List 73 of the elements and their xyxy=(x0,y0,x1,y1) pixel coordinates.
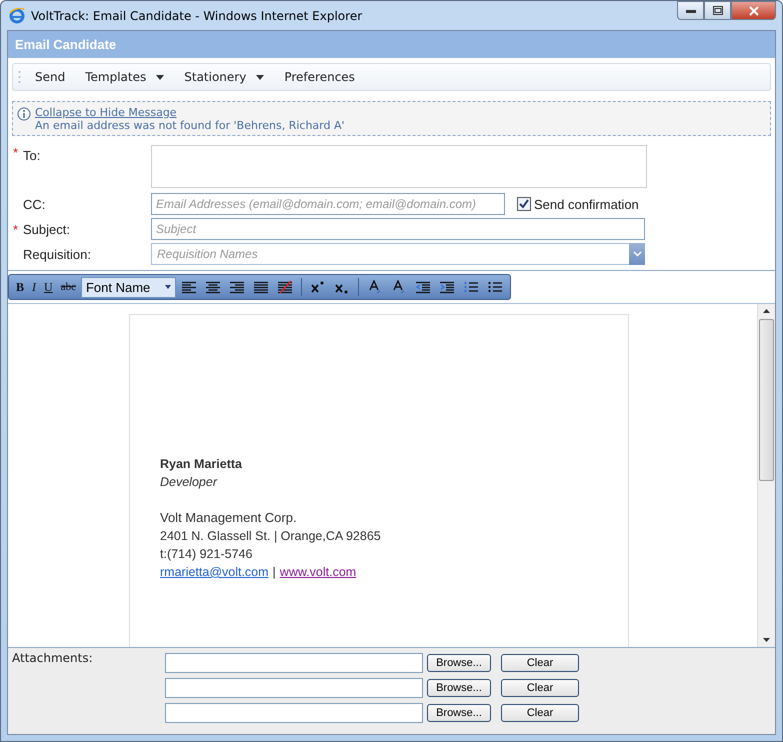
signature-title: Developer xyxy=(160,474,218,491)
collapse-link[interactable]: Collapse to Hide Message xyxy=(35,106,177,119)
align-left-icon xyxy=(180,280,197,294)
browser-logo-icon xyxy=(9,8,25,24)
browse-button[interactable]: Browse... xyxy=(427,654,491,672)
toolbar-menu-item[interactable]: Templates xyxy=(85,70,164,84)
email-link[interactable]: rmarietta@volt.com xyxy=(160,563,269,581)
bullet-list-icon xyxy=(486,280,503,294)
minimize-icon xyxy=(686,8,696,12)
file-path-field[interactable] xyxy=(165,703,423,723)
numbered-list-icon xyxy=(462,280,479,294)
close-button[interactable] xyxy=(731,1,776,20)
align-center-icon xyxy=(204,280,221,294)
minimize-button[interactable] xyxy=(677,1,704,20)
website-link[interactable]: www.volt.com xyxy=(280,563,356,581)
dialog-title: Email Candidate xyxy=(15,37,116,52)
vertical-scrollbar[interactable] xyxy=(757,304,775,647)
field-label: Requisition: xyxy=(23,246,92,262)
attachments-label: Attachments: xyxy=(12,651,94,667)
input-field[interactable]: Subject xyxy=(151,218,645,240)
superscript-icon xyxy=(310,280,326,294)
caret-icon xyxy=(256,74,264,80)
checkbox-label: Send confirmation xyxy=(534,196,639,212)
caret-icon xyxy=(156,74,164,80)
browse-button[interactable]: Browse... xyxy=(427,679,491,697)
field-label: To: xyxy=(23,147,42,163)
justify-icon xyxy=(252,280,269,294)
format-button[interactable]: abc xyxy=(58,277,79,297)
browse-button[interactable]: Browse... xyxy=(427,704,491,722)
align-right-icon xyxy=(228,280,245,294)
indent-icon xyxy=(438,280,455,294)
field-label: Subject: xyxy=(23,222,71,236)
required-mark: * xyxy=(12,145,20,160)
signature-name: Ryan Marietta xyxy=(160,456,243,473)
grip-icon xyxy=(18,70,21,84)
dropdown-button[interactable] xyxy=(629,243,645,265)
company-name: Volt Management Corp. xyxy=(160,509,298,527)
address-text: 2401 N. Glassell St. | Orange,CA 92865 xyxy=(160,528,382,545)
caret-icon xyxy=(164,285,171,289)
clear-button[interactable]: Clear xyxy=(501,704,579,722)
checkbox[interactable] xyxy=(517,197,531,211)
maximize-icon xyxy=(712,6,722,15)
clear-button[interactable]: Clear xyxy=(501,654,579,672)
outdent-icon xyxy=(414,280,431,294)
to-field[interactable] xyxy=(151,145,647,188)
format-button[interactable]: I xyxy=(29,277,40,297)
message-text: An email address was not found for 'Behrens, Richard A' xyxy=(35,119,345,132)
scroll-up-icon[interactable] xyxy=(763,309,770,313)
format-button[interactable]: U xyxy=(41,277,56,297)
required-mark: * xyxy=(12,222,20,236)
separator-text: | xyxy=(272,564,276,581)
clear-format-icon xyxy=(276,280,293,294)
format-button[interactable]: B xyxy=(13,277,28,297)
window-title: VoltTrack: Email Candidate - Windows Internet Explorer xyxy=(31,8,364,22)
clear-button[interactable]: Clear xyxy=(501,679,579,697)
spell-check-icon xyxy=(366,280,383,294)
file-path-field[interactable] xyxy=(165,653,423,673)
toolbar-menu-item[interactable]: Send xyxy=(35,70,66,84)
requisition-field[interactable]: Requisition Names xyxy=(151,243,629,265)
input-field[interactable]: Email Addresses (email@domain.com; email@domain.com) xyxy=(151,193,505,215)
chevron-down-icon xyxy=(632,251,642,257)
font-size-icon xyxy=(390,280,407,294)
file-path-field[interactable] xyxy=(165,678,423,698)
font-dropdown[interactable]: Font Name xyxy=(80,276,176,298)
close-icon xyxy=(748,6,758,16)
phone-text: t:(714) 921-5746 xyxy=(160,546,254,563)
info-icon xyxy=(17,107,31,121)
maximize-button[interactable] xyxy=(704,1,731,20)
editor-area[interactable]: Ryan Marietta Developer Volt Management Corp. 2401 N. Glassell St. | Orange,CA 92865 t:(714) 921-5746 rmarietta@volt.com | www.volt.com xyxy=(8,303,775,648)
scroll-down-icon[interactable] xyxy=(763,638,770,642)
toolbar-menu-item[interactable]: Stationery xyxy=(184,70,264,84)
field-label: CC: xyxy=(23,196,46,212)
toolbar-menu-item[interactable]: Preferences xyxy=(284,70,355,84)
